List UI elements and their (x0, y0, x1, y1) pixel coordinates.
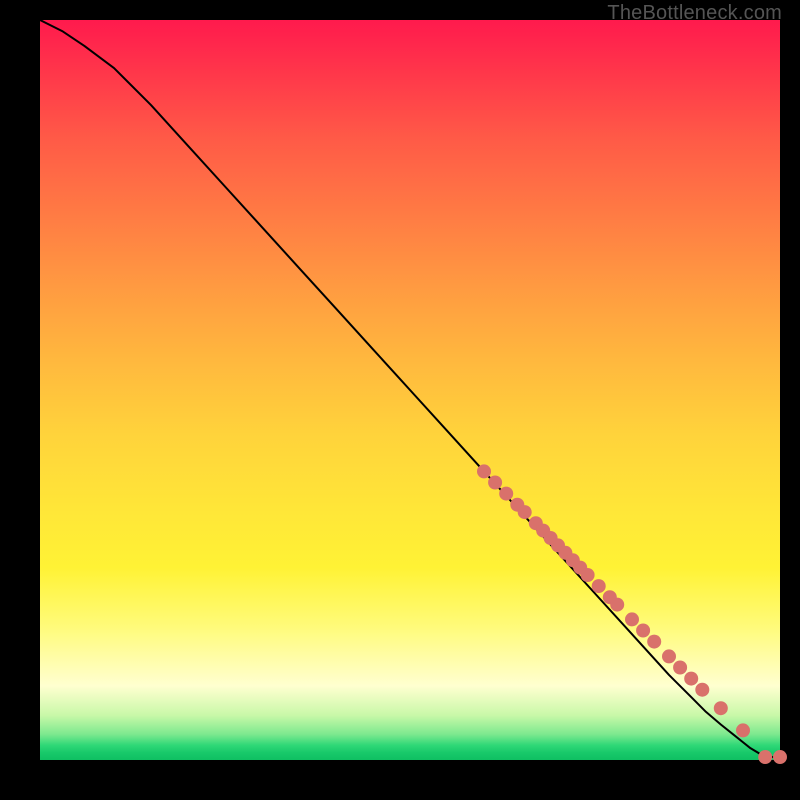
marker-point (695, 683, 709, 697)
chart-overlay-svg (40, 20, 780, 760)
marker-point (758, 750, 772, 764)
marker-point (518, 505, 532, 519)
marker-point (714, 701, 728, 715)
marker-point (477, 464, 491, 478)
marker-point (610, 598, 624, 612)
marker-point (647, 635, 661, 649)
attribution-label: TheBottleneck.com (607, 2, 782, 25)
marker-point (736, 723, 750, 737)
chart-frame: TheBottleneck.com (0, 0, 800, 800)
marker-point (592, 579, 606, 593)
marker-point (625, 612, 639, 626)
marker-point (636, 624, 650, 638)
marker-point (488, 476, 502, 490)
marker-point (773, 750, 787, 764)
marker-point (662, 649, 676, 663)
marker-point (684, 672, 698, 686)
marker-point (581, 568, 595, 582)
marker-points-group (477, 464, 787, 764)
marker-point (673, 661, 687, 675)
marker-point (499, 487, 513, 501)
bottleneck-curve (40, 20, 780, 757)
